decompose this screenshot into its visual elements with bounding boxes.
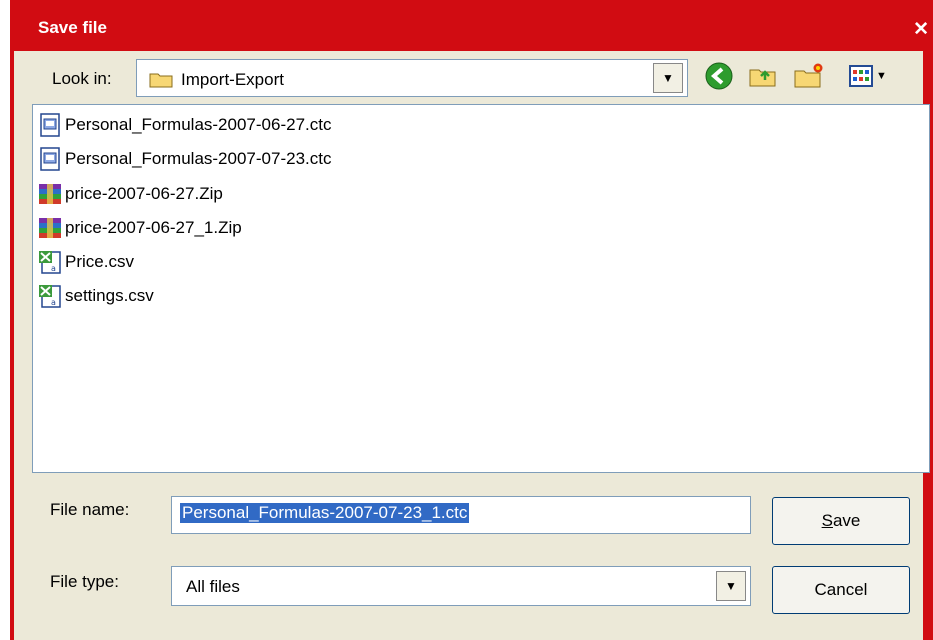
view-menu-icon bbox=[849, 65, 874, 87]
zip-archive-icon bbox=[39, 218, 61, 238]
up-folder-button[interactable] bbox=[746, 59, 780, 93]
list-item[interactable]: price-2007-06-27_1.Zip bbox=[37, 213, 242, 243]
look-in-label: Look in: bbox=[52, 69, 112, 88]
ctc-file-icon bbox=[40, 113, 60, 137]
new-folder-button[interactable] bbox=[792, 59, 826, 93]
list-item[interactable]: Personal_Formulas-2007-07-23.ctc bbox=[37, 144, 331, 174]
file-type-dropdown-button[interactable]: ▼ bbox=[716, 571, 746, 601]
view-menu-button[interactable]: ▼ bbox=[845, 59, 891, 93]
file-name: Personal_Formulas-2007-06-27.ctc bbox=[65, 115, 332, 134]
svg-text:a: a bbox=[51, 298, 56, 307]
file-name-label: File name: bbox=[50, 500, 130, 519]
ctc-file-icon bbox=[40, 147, 60, 171]
look-in-value: Import-Export bbox=[181, 70, 284, 89]
save-button-label: Save bbox=[821, 511, 861, 530]
list-item[interactable]: a Price.csv bbox=[37, 247, 134, 277]
cancel-button-label: Cancel bbox=[814, 580, 868, 599]
file-list[interactable]: Personal_Formulas-2007-06-27.ctc Persona… bbox=[32, 104, 930, 473]
new-folder-icon bbox=[794, 63, 823, 88]
chevron-down-icon: ▼ bbox=[662, 71, 674, 85]
file-type-select[interactable]: All files ▼ bbox=[171, 566, 751, 606]
cancel-button[interactable]: Cancel bbox=[772, 566, 910, 614]
zip-archive-icon bbox=[39, 184, 61, 204]
chevron-down-icon: ▼ bbox=[876, 70, 887, 82]
close-icon[interactable]: ✕ bbox=[913, 18, 929, 41]
look-in-dropdown-button[interactable]: ▼ bbox=[653, 63, 683, 93]
svg-text:a: a bbox=[51, 264, 56, 273]
up-folder-icon bbox=[749, 69, 776, 87]
back-button[interactable] bbox=[702, 59, 736, 93]
file-name: Price.csv bbox=[65, 252, 134, 271]
back-icon bbox=[705, 62, 733, 90]
chevron-down-icon: ▼ bbox=[725, 579, 737, 593]
file-name-value: Personal_Formulas-2007-07-23_1.ctc bbox=[180, 503, 470, 523]
csv-file-icon: a bbox=[39, 285, 61, 308]
file-name: price-2007-06-27_1.Zip bbox=[65, 218, 242, 237]
list-item[interactable]: a settings.csv bbox=[37, 281, 154, 311]
title-bar[interactable]: Save file ✕ bbox=[10, 12, 933, 51]
window-title: Save file bbox=[38, 18, 107, 37]
list-item[interactable]: Personal_Formulas-2007-06-27.ctc bbox=[37, 110, 331, 140]
folder-icon bbox=[149, 73, 173, 88]
file-type-label: File type: bbox=[50, 572, 119, 591]
list-item[interactable]: price-2007-06-27.Zip bbox=[37, 179, 223, 209]
file-name: price-2007-06-27.Zip bbox=[65, 184, 223, 203]
file-type-value: All files bbox=[186, 577, 240, 596]
save-button[interactable]: Save bbox=[772, 497, 910, 545]
file-name-field[interactable]: Personal_Formulas-2007-07-23_1.ctc bbox=[171, 496, 751, 534]
file-name: Personal_Formulas-2007-07-23.ctc bbox=[65, 149, 332, 168]
csv-file-icon: a bbox=[39, 251, 61, 274]
file-name: settings.csv bbox=[65, 286, 154, 305]
look-in-dropdown[interactable]: Import-Export ▼ bbox=[136, 59, 688, 97]
